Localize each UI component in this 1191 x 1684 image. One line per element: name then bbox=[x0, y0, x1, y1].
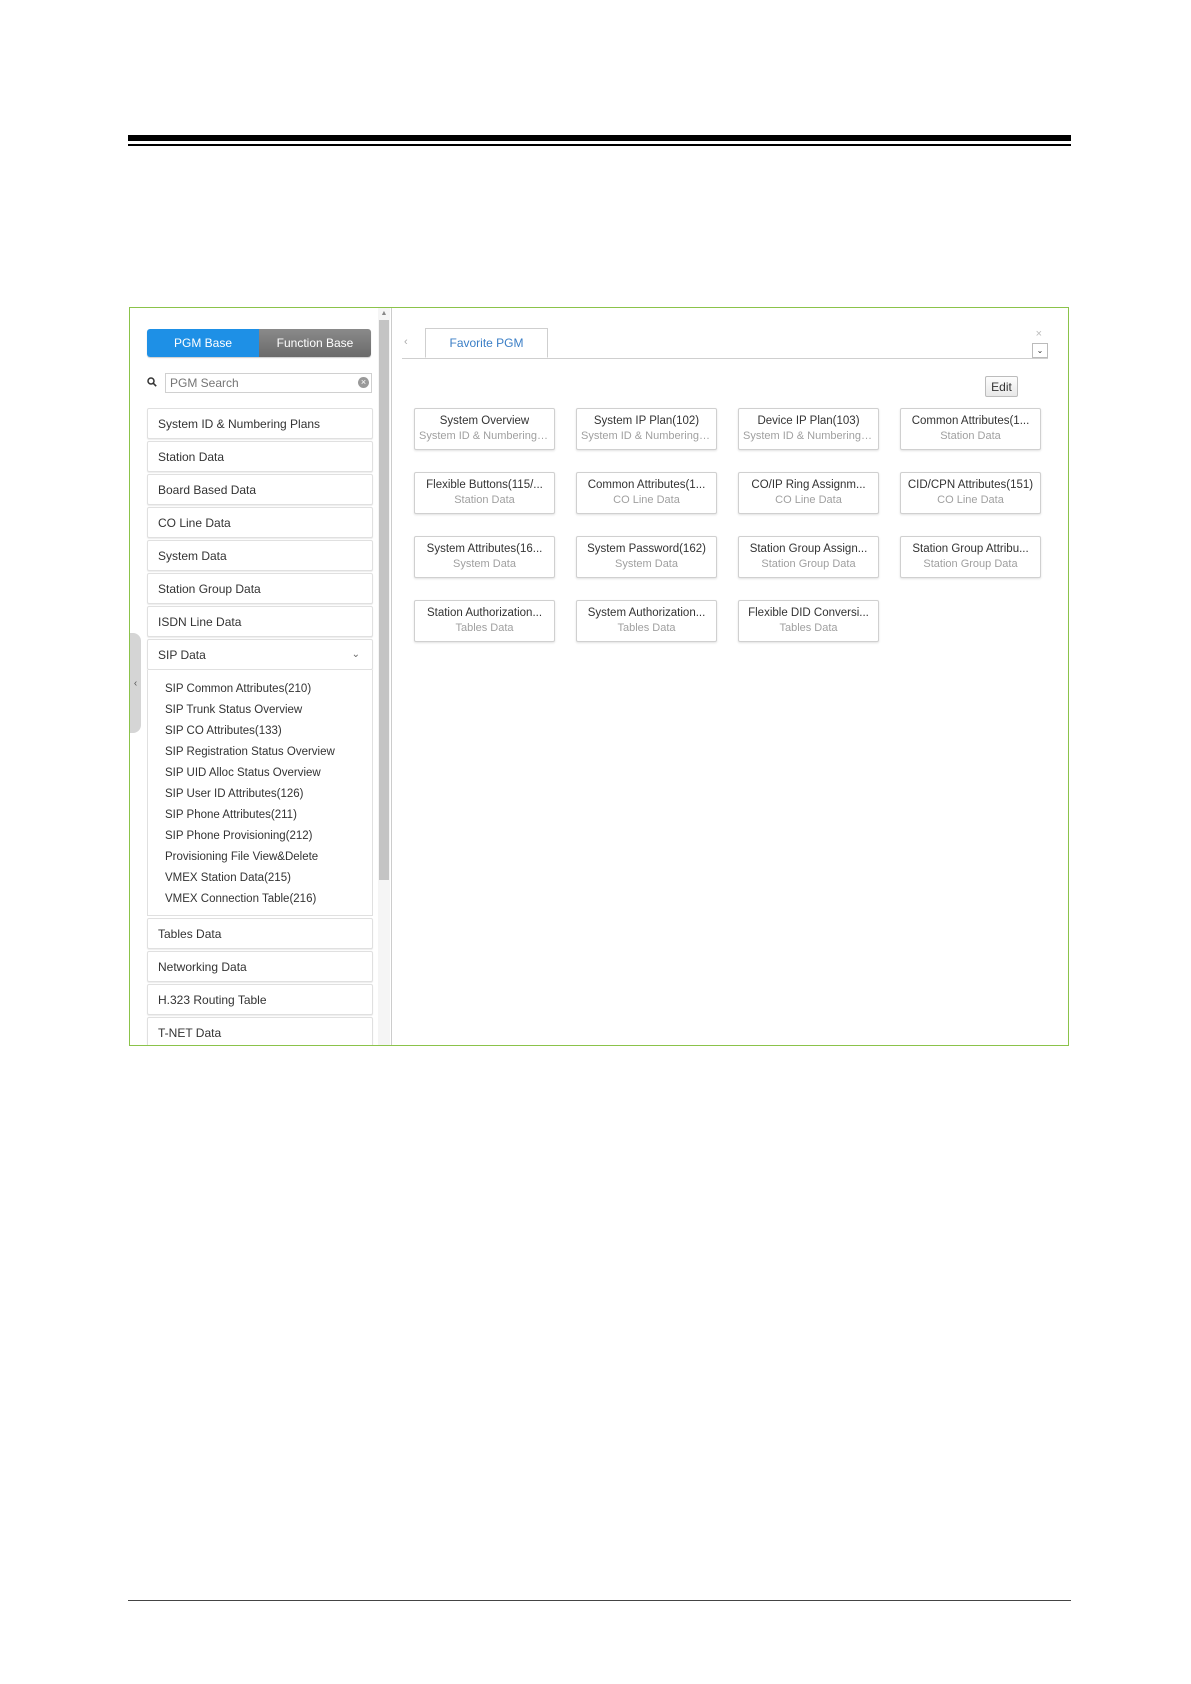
menu-item-tnet-data[interactable]: T-NET Data bbox=[147, 1017, 373, 1045]
favorite-pgm-grid: System Overview System ID & Numbering Pla… bbox=[414, 408, 1041, 642]
favorite-card[interactable]: Common Attributes(1... Station Data bbox=[900, 408, 1041, 450]
favorite-card[interactable]: Device IP Plan(103) System ID & Numbering… bbox=[738, 408, 879, 450]
card-category: System ID & Numbering Plans bbox=[581, 430, 712, 442]
scroll-up-icon[interactable]: ▲ bbox=[378, 310, 390, 318]
favorite-card[interactable]: Station Group Assign... Station Group Dat… bbox=[738, 536, 879, 578]
card-category: System Data bbox=[615, 558, 678, 570]
tab-scroll-left-icon[interactable]: ‹ bbox=[404, 336, 408, 348]
card-category: Tables Data bbox=[617, 622, 676, 634]
card-category: System ID & Numbering Plans bbox=[419, 430, 550, 442]
menu-item-sip-data-label: SIP Data bbox=[158, 647, 206, 662]
collapse-panel-handle[interactable]: ‹ bbox=[130, 633, 141, 733]
menu-item-co-line-data[interactable]: CO Line Data bbox=[147, 507, 373, 538]
card-title: System Overview bbox=[439, 415, 530, 427]
sip-data-submenu: SIP Common Attributes(210) SIP Trunk Sta… bbox=[147, 670, 373, 916]
favorite-card[interactable]: Flexible DID Conversi... Tables Data bbox=[738, 600, 879, 642]
card-title: Station Group Attribu... bbox=[912, 543, 1029, 555]
favorite-card[interactable]: Station Authorization... Tables Data bbox=[414, 600, 555, 642]
favorite-card[interactable]: CID/CPN Attributes(151) CO Line Data bbox=[900, 472, 1041, 514]
card-category: Station Group Data bbox=[761, 558, 856, 570]
edit-button[interactable]: Edit bbox=[985, 376, 1018, 397]
favorite-card[interactable]: Common Attributes(1... CO Line Data bbox=[576, 472, 717, 514]
favorite-card[interactable]: Station Group Attribu... Station Group Da… bbox=[900, 536, 1041, 578]
sub-item[interactable]: SIP Phone Provisioning(212) bbox=[148, 825, 372, 846]
right-panel: ‹ Favorite PGM × ⌄ Edit System Overview S… bbox=[392, 308, 1068, 1045]
card-title: Flexible DID Conversi... bbox=[748, 607, 869, 619]
card-category: Tables Data bbox=[779, 622, 838, 634]
menu-item-sip-data[interactable]: SIP Data ⌄ bbox=[147, 639, 373, 670]
favorite-card[interactable]: System Authorization... Tables Data bbox=[576, 600, 717, 642]
favorite-card[interactable]: System IP Plan(102) System ID & Numbering… bbox=[576, 408, 717, 450]
sub-item[interactable]: SIP Trunk Status Overview bbox=[148, 699, 372, 720]
card-category: System Data bbox=[453, 558, 516, 570]
card-category: CO Line Data bbox=[775, 494, 842, 506]
sub-item[interactable]: SIP Common Attributes(210) bbox=[148, 678, 372, 699]
function-base-button[interactable]: Function Base bbox=[259, 329, 371, 357]
header-rule-thin bbox=[128, 144, 1071, 146]
card-category: Tables Data bbox=[455, 622, 514, 634]
tab-bar: ‹ Favorite PGM × ⌄ bbox=[402, 328, 1048, 359]
header-rule-thick bbox=[128, 135, 1071, 141]
sub-item[interactable]: SIP CO Attributes(133) bbox=[148, 720, 372, 741]
menu-item-tables-data[interactable]: Tables Data bbox=[147, 918, 373, 949]
card-title: CO/IP Ring Assignm... bbox=[751, 479, 866, 491]
favorite-card[interactable]: System Overview System ID & Numbering Pla… bbox=[414, 408, 555, 450]
favorite-card[interactable]: System Password(162) System Data bbox=[576, 536, 717, 578]
card-category: Station Group Data bbox=[923, 558, 1018, 570]
card-title: System IP Plan(102) bbox=[593, 415, 700, 427]
left-panel: PGM Base Function Base × System ID & Num… bbox=[130, 308, 392, 1045]
menu-item-networking-data[interactable]: Networking Data bbox=[147, 951, 373, 982]
screenshot-frame: PGM Base Function Base × System ID & Num… bbox=[129, 307, 1069, 1046]
search-icon bbox=[147, 377, 157, 387]
favorite-card[interactable]: System Attributes(16... System Data bbox=[414, 536, 555, 578]
card-title: Station Group Assign... bbox=[749, 543, 868, 555]
card-category: CO Line Data bbox=[937, 494, 1004, 506]
sub-item[interactable]: VMEX Station Data(215) bbox=[148, 867, 372, 888]
favorite-card[interactable]: Flexible Buttons(115/... Station Data bbox=[414, 472, 555, 514]
left-scrollbar[interactable]: ▲ bbox=[378, 308, 390, 1045]
card-category: Station Data bbox=[454, 494, 515, 506]
card-title: Common Attributes(1... bbox=[587, 479, 706, 491]
menu-item-isdn-line-data[interactable]: ISDN Line Data bbox=[147, 606, 373, 637]
card-category: Station Data bbox=[940, 430, 1001, 442]
menu-item-system-data[interactable]: System Data bbox=[147, 540, 373, 571]
card-title: CID/CPN Attributes(151) bbox=[907, 479, 1034, 491]
menu-item-station-group-data[interactable]: Station Group Data bbox=[147, 573, 373, 604]
sub-item[interactable]: VMEX Connection Table(216) bbox=[148, 888, 372, 909]
chevron-left-icon: ‹ bbox=[133, 677, 138, 689]
scroll-thumb[interactable] bbox=[379, 320, 389, 880]
card-title: System Password(162) bbox=[587, 543, 706, 555]
search-row: × bbox=[147, 373, 372, 395]
pgm-base-button[interactable]: PGM Base bbox=[147, 329, 259, 357]
favorite-card[interactable]: CO/IP Ring Assignm... CO Line Data bbox=[738, 472, 879, 514]
card-title: Flexible Buttons(115/... bbox=[426, 479, 543, 491]
card-title: System Authorization... bbox=[587, 607, 706, 619]
menu-item-system-id[interactable]: System ID & Numbering Plans bbox=[147, 408, 373, 439]
chevron-down-icon: ⌄ bbox=[351, 649, 360, 660]
card-category: CO Line Data bbox=[613, 494, 680, 506]
menu-item-station-data[interactable]: Station Data bbox=[147, 441, 373, 472]
card-title: Device IP Plan(103) bbox=[757, 415, 860, 427]
sub-item[interactable]: SIP Phone Attributes(211) bbox=[148, 804, 372, 825]
card-category: System ID & Numbering Plans bbox=[743, 430, 874, 442]
menu-item-board-based-data[interactable]: Board Based Data bbox=[147, 474, 373, 505]
card-title: System Attributes(16... bbox=[426, 543, 543, 555]
card-title: Common Attributes(1... bbox=[911, 415, 1030, 427]
menu-item-h323-routing-table[interactable]: H.323 Routing Table bbox=[147, 984, 373, 1015]
pgm-search-input[interactable] bbox=[165, 373, 372, 393]
sub-item[interactable]: SIP User ID Attributes(126) bbox=[148, 783, 372, 804]
footer-rule bbox=[128, 1600, 1071, 1601]
base-toggle: PGM Base Function Base bbox=[147, 329, 371, 357]
card-title: Station Authorization... bbox=[426, 607, 543, 619]
clear-search-icon[interactable]: × bbox=[358, 377, 369, 388]
pgm-menu: System ID & Numbering Plans Station Data… bbox=[147, 408, 373, 1045]
close-icon[interactable]: × bbox=[1036, 328, 1042, 340]
tab-favorite-pgm[interactable]: Favorite PGM bbox=[425, 328, 548, 358]
tab-dropdown-icon[interactable]: ⌄ bbox=[1032, 343, 1048, 358]
sub-item[interactable]: SIP UID Alloc Status Overview bbox=[148, 762, 372, 783]
sub-item[interactable]: SIP Registration Status Overview bbox=[148, 741, 372, 762]
sub-item[interactable]: Provisioning File View&Delete bbox=[148, 846, 372, 867]
